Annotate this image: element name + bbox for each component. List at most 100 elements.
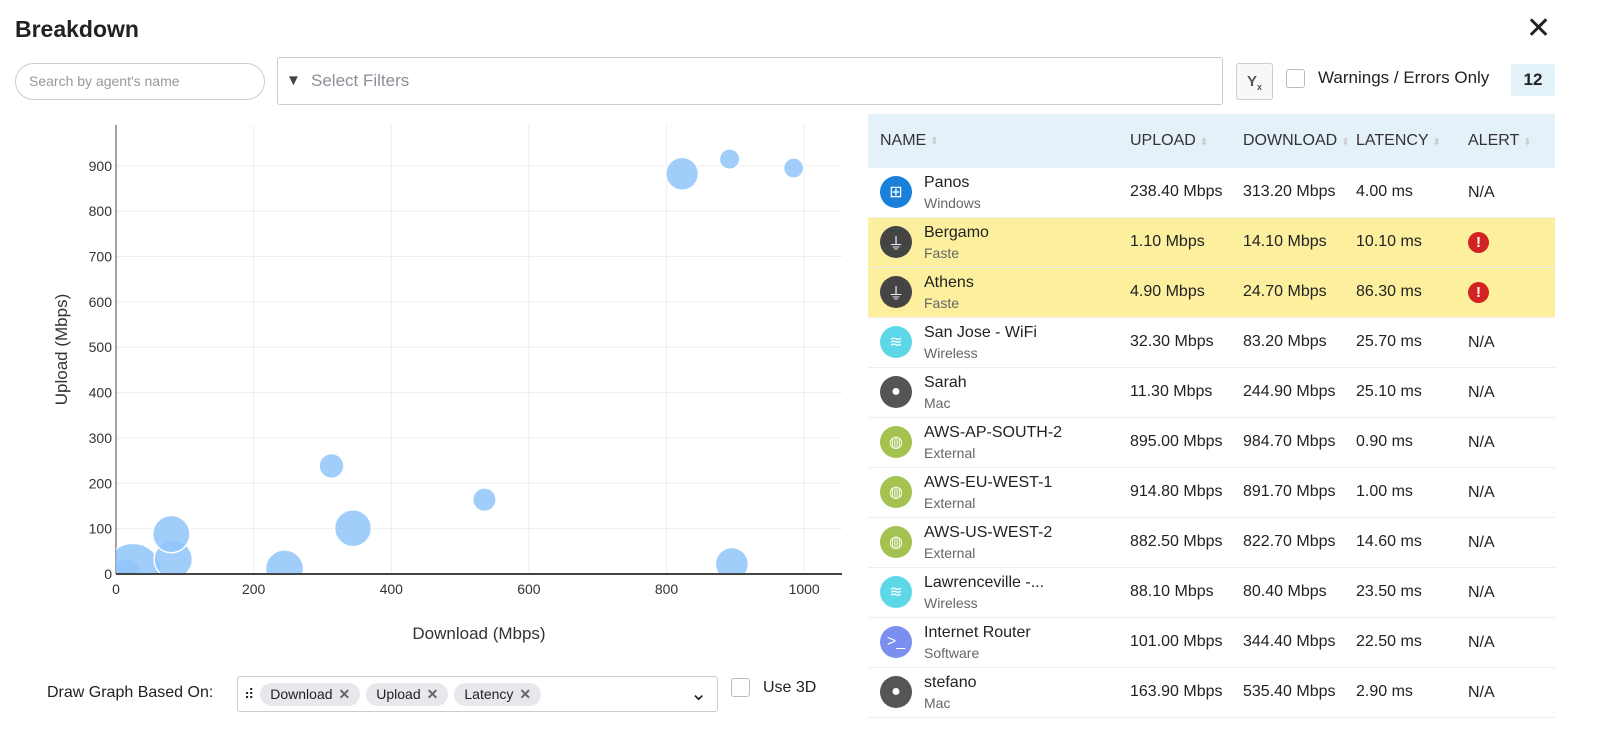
- data-point[interactable]: [714, 546, 750, 581]
- latency-cell: 1.00 ms: [1356, 483, 1413, 501]
- latency-cell: 86.30 ms: [1356, 283, 1422, 301]
- chip-label: Upload: [376, 685, 421, 702]
- chevron-down-icon[interactable]: ⌄: [690, 681, 707, 706]
- x-tick-label: 0: [112, 581, 120, 597]
- chip-upload[interactable]: Upload ✕: [366, 682, 449, 706]
- table-row[interactable]: ≋ Lawrenceville -... Wireless 88.10 Mbps 8…: [868, 568, 1555, 618]
- table-row[interactable]: ≋ San Jose - WiFi Wireless 32.30 Mbps 83.2…: [868, 318, 1555, 368]
- x-tick-label: 1000: [789, 581, 820, 597]
- plug-icon: ⏚: [880, 276, 912, 309]
- data-point[interactable]: [664, 156, 700, 191]
- chip-download[interactable]: Download ✕: [260, 682, 361, 706]
- agent-type: Windows: [924, 194, 981, 211]
- download-cell: 313.20 Mbps: [1243, 183, 1336, 201]
- agent-name: AWS-US-WEST-2: [924, 524, 1053, 542]
- agent-name: Internet Router: [924, 624, 1031, 642]
- alert-icon[interactable]: !: [1468, 232, 1489, 253]
- y-tick-label: 100: [89, 521, 113, 537]
- alert-icon[interactable]: !: [1468, 282, 1489, 303]
- agent-name: Panos: [924, 174, 970, 192]
- latency-cell: 22.50 ms: [1356, 633, 1422, 651]
- latency-cell: 25.10 ms: [1356, 383, 1422, 401]
- download-cell: 822.70 Mbps: [1243, 533, 1336, 551]
- chip-label: Latency: [464, 685, 514, 702]
- table-row[interactable]: ⏚ Athens Faste 4.90 Mbps 24.70 Mbps 86.30 …: [868, 268, 1555, 318]
- alert-cell: N/A: [1468, 533, 1495, 551]
- scatter-chart: 0 200 400 600 800 1000 0 100 200 300 400 500 600 700 8…: [52, 125, 842, 643]
- agent-name: Lawrenceville -...: [924, 574, 1045, 592]
- wifi-icon: ≋: [880, 576, 912, 609]
- globe-icon: ◍: [880, 526, 912, 559]
- data-point[interactable]: [333, 509, 373, 548]
- remove-icon[interactable]: ✕: [427, 686, 439, 702]
- download-cell: 891.70 Mbps: [1243, 483, 1336, 501]
- table-row[interactable]: ◍ AWS-EU-WEST-1 External 914.80 Mbps 891.7…: [868, 468, 1555, 518]
- agent-type: Mac: [924, 694, 951, 711]
- alert-cell: N/A: [1468, 333, 1495, 351]
- download-cell: 344.40 Mbps: [1243, 633, 1336, 651]
- table-row[interactable]: ● stefano Mac 163.90 Mbps 535.40 Mbps 2.90…: [868, 668, 1555, 718]
- agent-type: Software: [924, 644, 980, 661]
- table-row[interactable]: >_ Internet Router Software 101.00 Mbps 34…: [868, 618, 1555, 668]
- remove-icon[interactable]: ✕: [519, 686, 531, 702]
- upload-cell: 914.80 Mbps: [1130, 483, 1223, 501]
- search-input[interactable]: Search by agent's name: [15, 63, 265, 100]
- agent-type: External: [924, 494, 976, 511]
- warnings-checkbox[interactable]: [1286, 69, 1305, 88]
- alert-cell: N/A: [1468, 183, 1495, 201]
- latency-cell: 2.90 ms: [1356, 683, 1413, 701]
- data-point[interactable]: [471, 487, 497, 513]
- alert-cell: N/A: [1468, 633, 1495, 651]
- use-3d-checkbox[interactable]: [731, 678, 750, 697]
- terminal-icon: >_: [880, 626, 912, 659]
- chip-label: Download: [270, 685, 333, 702]
- sort-icon[interactable]: ⬍: [1433, 137, 1441, 148]
- data-point[interactable]: [151, 514, 191, 554]
- y-tick-label: 900: [89, 158, 113, 174]
- data-point[interactable]: [318, 452, 345, 480]
- agent-type: Mac: [924, 394, 951, 411]
- graph-options-label: Draw Graph Based On:: [47, 684, 214, 701]
- column-header[interactable]: NAME ⬍: [868, 132, 1130, 150]
- data-point[interactable]: [782, 157, 805, 179]
- scatter-icon: ⠾: [244, 685, 255, 702]
- alert-cell: N/A: [1468, 583, 1495, 601]
- data-point[interactable]: [264, 549, 305, 588]
- column-header[interactable]: LATENCY ⬍: [1356, 132, 1468, 150]
- latency-cell: 0.90 ms: [1356, 433, 1413, 451]
- latency-cell: 14.60 ms: [1356, 533, 1422, 551]
- alert-cell: N/A: [1468, 433, 1495, 451]
- table-row[interactable]: ⏚ Bergamo Faste 1.10 Mbps 14.10 Mbps 10.10…: [868, 218, 1555, 268]
- y-axis-label: Upload (Mbps): [52, 294, 71, 406]
- sort-icon[interactable]: ⬍: [1341, 137, 1349, 148]
- upload-cell: 11.30 Mbps: [1130, 383, 1213, 401]
- warnings-label: Warnings / Errors Only: [1318, 68, 1490, 87]
- data-point[interactable]: [718, 148, 741, 171]
- filters-select[interactable]: ▼ Select Filters: [277, 57, 1223, 105]
- column-header[interactable]: DOWNLOAD ⬍: [1243, 132, 1356, 150]
- download-cell: 83.20 Mbps: [1243, 333, 1327, 351]
- table-row[interactable]: ⊞ Panos Windows 238.40 Mbps 313.20 Mbps 4.…: [868, 168, 1555, 218]
- table-row[interactable]: ◍ AWS-US-WEST-2 External 882.50 Mbps 822.7…: [868, 518, 1555, 568]
- x-tick-label: 600: [517, 581, 541, 597]
- sort-icon[interactable]: ⬍: [1523, 137, 1531, 148]
- column-label: LATENCY: [1356, 132, 1429, 149]
- close-icon[interactable]: ✕: [1526, 14, 1551, 44]
- column-label: DOWNLOAD: [1243, 132, 1338, 149]
- column-label: NAME: [880, 132, 927, 149]
- y-tick-label: 400: [89, 385, 113, 401]
- column-header[interactable]: ALERT ⬍: [1468, 132, 1555, 150]
- sort-icon[interactable]: ⬍: [930, 136, 938, 147]
- graph-metrics-select[interactable]: ⠾ Download ✕ Upload ✕ Latency ✕ ⌄: [237, 676, 718, 712]
- remove-icon[interactable]: ✕: [339, 686, 351, 702]
- wifi-icon: ≋: [880, 326, 912, 359]
- clear-filters-button[interactable]: Yx: [1236, 63, 1273, 100]
- upload-cell: 163.90 Mbps: [1130, 683, 1223, 701]
- column-header[interactable]: UPLOAD ⬍: [1130, 132, 1243, 150]
- table-row[interactable]: ● Sarah Mac 11.30 Mbps 244.90 Mbps 25.10 m…: [868, 368, 1555, 418]
- agent-name: San Jose - WiFi: [924, 324, 1037, 342]
- agent-type: Wireless: [924, 344, 978, 361]
- chip-latency[interactable]: Latency ✕: [454, 682, 542, 706]
- sort-icon[interactable]: ⬍: [1200, 137, 1208, 148]
- table-row[interactable]: ◍ AWS-AP-SOUTH-2 External 895.00 Mbps 984.…: [868, 418, 1555, 468]
